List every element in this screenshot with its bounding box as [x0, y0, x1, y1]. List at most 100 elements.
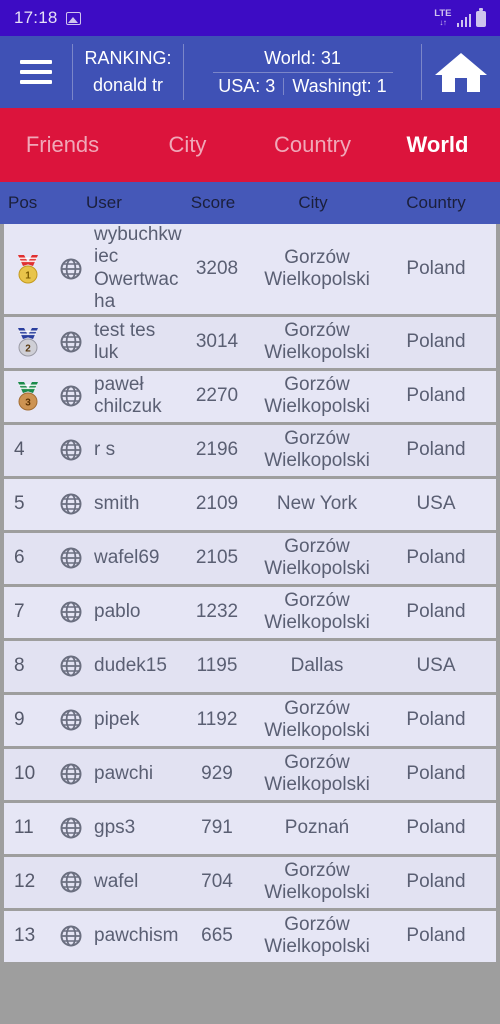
cell-city: Gorzów Wielkopolski [264, 698, 370, 742]
table-row[interactable]: 2 test tes luk 3014 Gorzów Wielkopolski Pola… [4, 316, 496, 371]
cell-position: 9 [4, 709, 52, 731]
cell-user-icon [52, 708, 90, 732]
globe-icon [60, 331, 82, 353]
ranking-username: donald tr [92, 75, 164, 95]
tab-city[interactable]: City [125, 132, 250, 158]
tab-friends[interactable]: Friends [0, 132, 125, 158]
rank-position: 13 [14, 924, 36, 946]
table-row[interactable]: 8 dudek15 1195 Dallas USA [4, 640, 496, 695]
tab-country[interactable]: Country [250, 132, 375, 158]
cell-country: Poland [406, 257, 466, 279]
divider [283, 77, 285, 95]
column-header-pos: Pos [8, 193, 38, 212]
cell-score: 2196 [195, 438, 239, 460]
leaderboard-list[interactable]: 1 wybuchkwiec Owertwacha 3208 Gorzów Wielko… [0, 224, 500, 1024]
rank-position: 10 [14, 762, 36, 784]
cell-username: wafel [94, 870, 139, 892]
cell-username: test tes luk [94, 319, 156, 364]
svg-text:2: 2 [25, 344, 31, 355]
globe-icon [60, 925, 82, 947]
cell-username: paweł chilczuk [94, 373, 162, 418]
cell-city: Gorzów Wielkopolski [264, 860, 370, 904]
table-row[interactable]: 1 wybuchkwiec Owertwacha 3208 Gorzów Wielko… [4, 224, 496, 317]
cell-city: Gorzów Wielkopolski [264, 536, 370, 580]
globe-icon [60, 547, 82, 569]
cell-username: gps3 [94, 816, 136, 838]
table-row[interactable]: 12 wafel 704 Gorzów Wielkopolski Poland [4, 856, 496, 911]
cell-username: wafel69 [94, 546, 160, 568]
medal-gold-icon: 1 [18, 254, 38, 284]
cell-score: 2270 [195, 384, 239, 406]
cell-city: New York [276, 493, 358, 515]
cell-position: 13 [4, 925, 52, 947]
cell-username: smith [94, 492, 140, 514]
cell-country: Poland [406, 330, 466, 352]
cell-user-icon [52, 600, 90, 624]
cell-country: Poland [406, 708, 466, 730]
cell-city: Gorzów Wielkopolski [264, 428, 370, 472]
table-row[interactable]: 5 smith 2109 New York USA [4, 478, 496, 533]
cell-username: dudek15 [94, 654, 167, 676]
city-rank-stat: Washingt: 1 [292, 75, 387, 96]
network-type: LTE ↓↑ [434, 9, 451, 27]
cell-user-icon [52, 654, 90, 678]
rank-position: 8 [14, 654, 25, 676]
cell-country: Poland [406, 384, 466, 406]
signal-bars-icon [456, 13, 471, 27]
rank-position: 6 [14, 546, 25, 568]
app-screen: 17:18 LTE ↓↑ RANKING: donald tr World: 3… [0, 0, 500, 1024]
ranking-info: RANKING: donald tr [73, 36, 183, 108]
cell-username: pawchi [94, 762, 154, 784]
cell-score: 1195 [196, 654, 238, 676]
table-row[interactable]: 4 r s 2196 Gorzów Wielkopolski Poland [4, 424, 496, 479]
rank-position: 7 [14, 600, 25, 622]
table-row[interactable]: 3 paweł chilczuk 2270 Gorzów Wielkopolski Po… [4, 370, 496, 425]
table-row[interactable]: 10 pawchi 929 Gorzów Wielkopolski Poland [4, 748, 496, 803]
svg-text:1: 1 [25, 270, 31, 281]
cell-username: pawchism [94, 924, 179, 946]
table-row[interactable]: 6 wafel69 2105 Gorzów Wielkopolski Poland [4, 532, 496, 587]
rank-stats: World: 31 USA: 3 Washingt: 1 [184, 36, 421, 108]
local-rank-stats: USA: 3 Washingt: 1 [218, 73, 386, 97]
table-row[interactable]: 7 pablo 1232 Gorzów Wielkopolski Poland [4, 586, 496, 641]
status-bar: 17:18 LTE ↓↑ [0, 0, 500, 36]
cell-city: Gorzów Wielkopolski [264, 914, 370, 958]
rank-position: 5 [14, 492, 25, 514]
cell-country: USA [416, 654, 456, 676]
rank-position: 11 [14, 816, 34, 838]
cell-country: Poland [406, 546, 466, 568]
cell-score: 791 [201, 816, 233, 838]
table-row[interactable]: 9 pipek 1192 Gorzów Wielkopolski Poland [4, 694, 496, 749]
hamburger-menu-icon[interactable] [0, 36, 72, 108]
globe-icon [60, 817, 82, 839]
cell-user-icon [52, 330, 90, 354]
medal-bronze-icon: 3 [18, 382, 38, 411]
cell-score: 1232 [195, 600, 239, 622]
app-header: RANKING: donald tr World: 31 USA: 3 Wash… [0, 36, 500, 108]
home-button[interactable] [422, 36, 500, 108]
cell-user-icon [52, 492, 90, 516]
tab-world[interactable]: World [375, 132, 500, 158]
globe-icon [60, 601, 82, 623]
globe-icon [60, 871, 82, 893]
cell-username: r s [94, 438, 116, 460]
column-header-user: User [86, 193, 122, 212]
world-rank-stat: World: 31 [264, 47, 341, 68]
table-row[interactable]: 13 pawchism 665 Gorzów Wielkopolski Poland [4, 910, 496, 965]
table-row[interactable]: 11 gps3 791 Poznań Poland [4, 802, 496, 857]
cell-city: Dallas [290, 655, 344, 677]
cell-city: Gorzów Wielkopolski [264, 374, 370, 418]
cell-user-icon [52, 438, 90, 462]
home-icon [435, 53, 487, 92]
tab-bar: Friends City Country World [0, 108, 500, 182]
battery-icon [476, 8, 486, 27]
cell-city: Gorzów Wielkopolski [264, 246, 370, 290]
cell-city: Gorzów Wielkopolski [264, 590, 370, 634]
cell-city: Gorzów Wielkopolski [264, 752, 370, 796]
country-rank-stat: USA: 3 [218, 75, 276, 96]
globe-icon [60, 493, 82, 515]
data-arrows-icon: ↓↑ [439, 17, 447, 27]
cell-city: Poznań [284, 817, 350, 839]
cell-position: 8 [4, 655, 52, 677]
cell-position: 3 [4, 381, 52, 411]
